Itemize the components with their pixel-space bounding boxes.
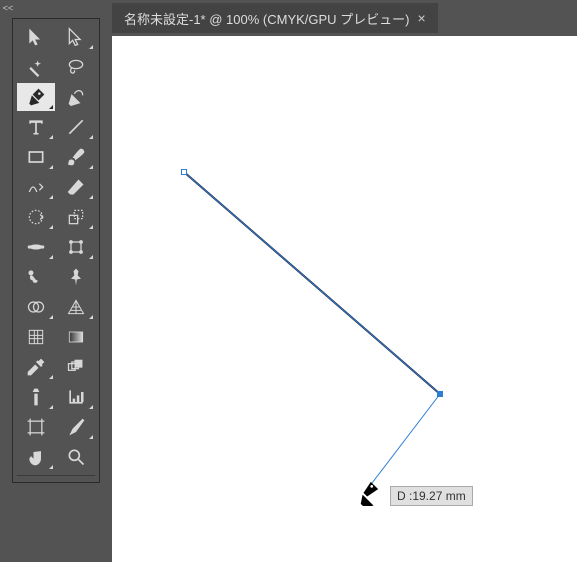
magic-wand-tool[interactable]	[17, 53, 55, 81]
tab-title: 名称未設定-1* @ 100% (CMYK/GPU プレビュー)	[124, 9, 410, 28]
eyedropper-tool[interactable]	[17, 353, 55, 381]
hand-tool[interactable]	[17, 443, 55, 471]
curvature-tool[interactable]	[57, 83, 95, 111]
slice-tool[interactable]	[57, 413, 95, 441]
anchor-point[interactable]	[181, 169, 187, 175]
lasso-tool[interactable]	[57, 53, 95, 81]
free-transform-tool[interactable]	[57, 233, 95, 261]
pin-tool[interactable]	[57, 263, 95, 291]
pen-cursor-icon	[358, 480, 380, 506]
rotate-tool[interactable]	[17, 203, 55, 231]
line-tool[interactable]	[57, 113, 95, 141]
puppet-warp-tool[interactable]	[17, 263, 55, 291]
type-tool[interactable]	[17, 113, 55, 141]
rectangle-tool[interactable]	[17, 143, 55, 171]
close-icon[interactable]: ×	[418, 10, 426, 26]
shaper-tool[interactable]	[17, 173, 55, 201]
toolbox	[12, 18, 100, 483]
mesh-tool[interactable]	[17, 323, 55, 351]
zoom-tool[interactable]	[57, 443, 95, 471]
blend-tool[interactable]	[57, 353, 95, 381]
symbol-sprayer-tool[interactable]	[17, 383, 55, 411]
eraser-tool[interactable]	[57, 173, 95, 201]
width-tool[interactable]	[17, 233, 55, 261]
pen-tool[interactable]	[17, 83, 55, 111]
shape-builder-tool[interactable]	[17, 293, 55, 321]
brush-tool[interactable]	[57, 143, 95, 171]
drawing-path	[112, 36, 577, 562]
document-tab[interactable]: 名称未設定-1* @ 100% (CMYK/GPU プレビュー) ×	[112, 3, 438, 33]
selection-tool[interactable]	[17, 23, 55, 51]
perspective-tool[interactable]	[57, 293, 95, 321]
artboard-tool[interactable]	[17, 413, 55, 441]
direct-selection-tool[interactable]	[57, 23, 95, 51]
canvas[interactable]: D :19.27 mm	[112, 36, 577, 562]
collapse-panel-button[interactable]: <<	[0, 0, 16, 16]
measurement-tooltip: D :19.27 mm	[390, 486, 473, 506]
gradient-tool[interactable]	[57, 323, 95, 351]
scale-tool[interactable]	[57, 203, 95, 231]
graph-tool[interactable]	[57, 383, 95, 411]
anchor-point-selected[interactable]	[437, 391, 443, 397]
document-area: 名称未設定-1* @ 100% (CMYK/GPU プレビュー) × D :19…	[112, 0, 577, 562]
tab-bar: 名称未設定-1* @ 100% (CMYK/GPU プレビュー) ×	[112, 0, 577, 36]
